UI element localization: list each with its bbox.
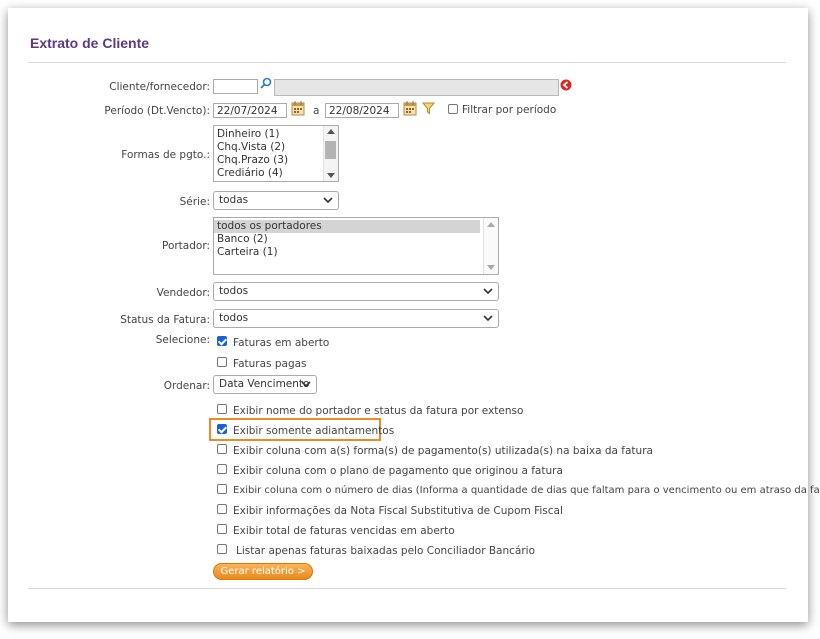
option-label: Exibir coluna com a(s) forma(s) de pagam… — [233, 445, 653, 457]
option-checkbox[interactable] — [217, 524, 227, 534]
page-title: Extrato de Cliente — [30, 35, 150, 51]
portador-scrollbar[interactable] — [483, 218, 498, 274]
option-label: Exibir informações da Nota Fiscal Substi… — [233, 505, 563, 517]
search-icon[interactable] — [260, 77, 272, 89]
list-item[interactable]: Chq.Prazo (3) — [214, 154, 338, 167]
list-item[interactable]: todos os portadores — [214, 220, 480, 233]
option-checkbox[interactable] — [217, 484, 227, 494]
chevron-down-icon — [483, 315, 493, 322]
faturas-pagas-checkbox[interactable] — [217, 357, 227, 367]
title-divider — [28, 62, 786, 63]
periodo-start-input[interactable]: 22/07/2024 — [213, 103, 287, 118]
option-label: Exibir coluna com o plano de pagamento q… — [233, 465, 563, 477]
serie-label: Série: — [179, 196, 210, 208]
ordenar-select[interactable]: Data Vencimento — [213, 375, 317, 394]
serie-value: todas — [219, 194, 249, 206]
option-checkbox[interactable] — [217, 504, 227, 514]
list-item[interactable]: Chq.Vista (2) — [214, 141, 338, 154]
vendedor-value: todos — [219, 285, 249, 297]
periodo-end-input[interactable]: 22/08/2024 — [325, 103, 399, 118]
formas-label: Formas de pgto.: — [121, 149, 210, 161]
filtrar-periodo-label: Filtrar por período — [462, 104, 557, 116]
faturas-aberto-label: Faturas em aberto — [233, 337, 330, 349]
faturas-aberto-checkbox[interactable] — [217, 336, 227, 346]
vendedor-label: Vendedor: — [156, 287, 210, 299]
option-label: Exibir somente adiantamentos — [233, 425, 395, 437]
periodo-label: Período (Dt.Vencto): — [104, 105, 210, 117]
status-label: Status da Fatura: — [120, 314, 210, 326]
chevron-down-icon — [301, 381, 311, 388]
calendar-icon[interactable] — [403, 101, 417, 116]
scroll-thumb[interactable] — [325, 141, 336, 159]
filtrar-periodo-checkbox[interactable] — [448, 104, 458, 114]
faturas-pagas-label: Faturas pagas — [233, 358, 307, 370]
portador-listbox[interactable]: todos os portadores Banco (2) Carteira (… — [213, 217, 499, 275]
list-item[interactable]: Dinheiro (1) — [214, 128, 338, 141]
option-label: Exibir coluna com o número de dias (Info… — [233, 485, 820, 496]
extrato-panel: Extrato de Cliente Cliente/fornecedor: P… — [28, 27, 820, 589]
option-checkbox[interactable] — [217, 424, 227, 434]
status-select[interactable]: todos — [213, 309, 499, 328]
option-label: Exibir total de faturas vencidas em aber… — [233, 525, 455, 537]
option-label: Listar apenas faturas baixadas pelo Conc… — [236, 545, 536, 557]
option-checkbox[interactable] — [217, 464, 227, 474]
selecione-label: Selecione: — [155, 334, 210, 346]
bottom-divider — [28, 588, 786, 589]
portador-label: Portador: — [161, 240, 210, 252]
gerar-relatorio-button[interactable]: Gerar relatório > — [213, 563, 313, 580]
periodo-separator: a — [313, 105, 320, 117]
calendar-icon[interactable] — [291, 101, 305, 116]
option-checkbox[interactable] — [217, 404, 227, 414]
cliente-label: Cliente/fornecedor: — [109, 81, 210, 93]
serie-select[interactable]: todas — [213, 191, 339, 210]
list-item[interactable]: Banco (2) — [214, 233, 480, 246]
ordenar-label: Ordenar: — [163, 380, 210, 392]
formas-scrollbar[interactable] — [323, 126, 338, 181]
vendedor-select[interactable]: todos — [213, 282, 499, 301]
filter-icon[interactable] — [422, 102, 435, 115]
option-checkbox[interactable] — [217, 444, 227, 454]
chevron-down-icon — [323, 197, 333, 204]
ordenar-value: Data Vencimento — [219, 378, 310, 390]
chevron-down-icon — [483, 288, 493, 295]
clear-icon[interactable] — [560, 79, 572, 91]
option-checkbox[interactable] — [217, 544, 227, 554]
list-item[interactable]: Crediário (4) — [214, 167, 338, 180]
option-label: Exibir nome do portador e status da fatu… — [233, 405, 524, 417]
cliente-code-input[interactable] — [213, 79, 258, 94]
list-item[interactable]: Carteira (1) — [214, 246, 480, 259]
formas-listbox[interactable]: Dinheiro (1) Chq.Vista (2) Chq.Prazo (3)… — [213, 125, 339, 182]
status-value: todos — [219, 312, 249, 324]
cliente-name-display — [274, 79, 559, 96]
